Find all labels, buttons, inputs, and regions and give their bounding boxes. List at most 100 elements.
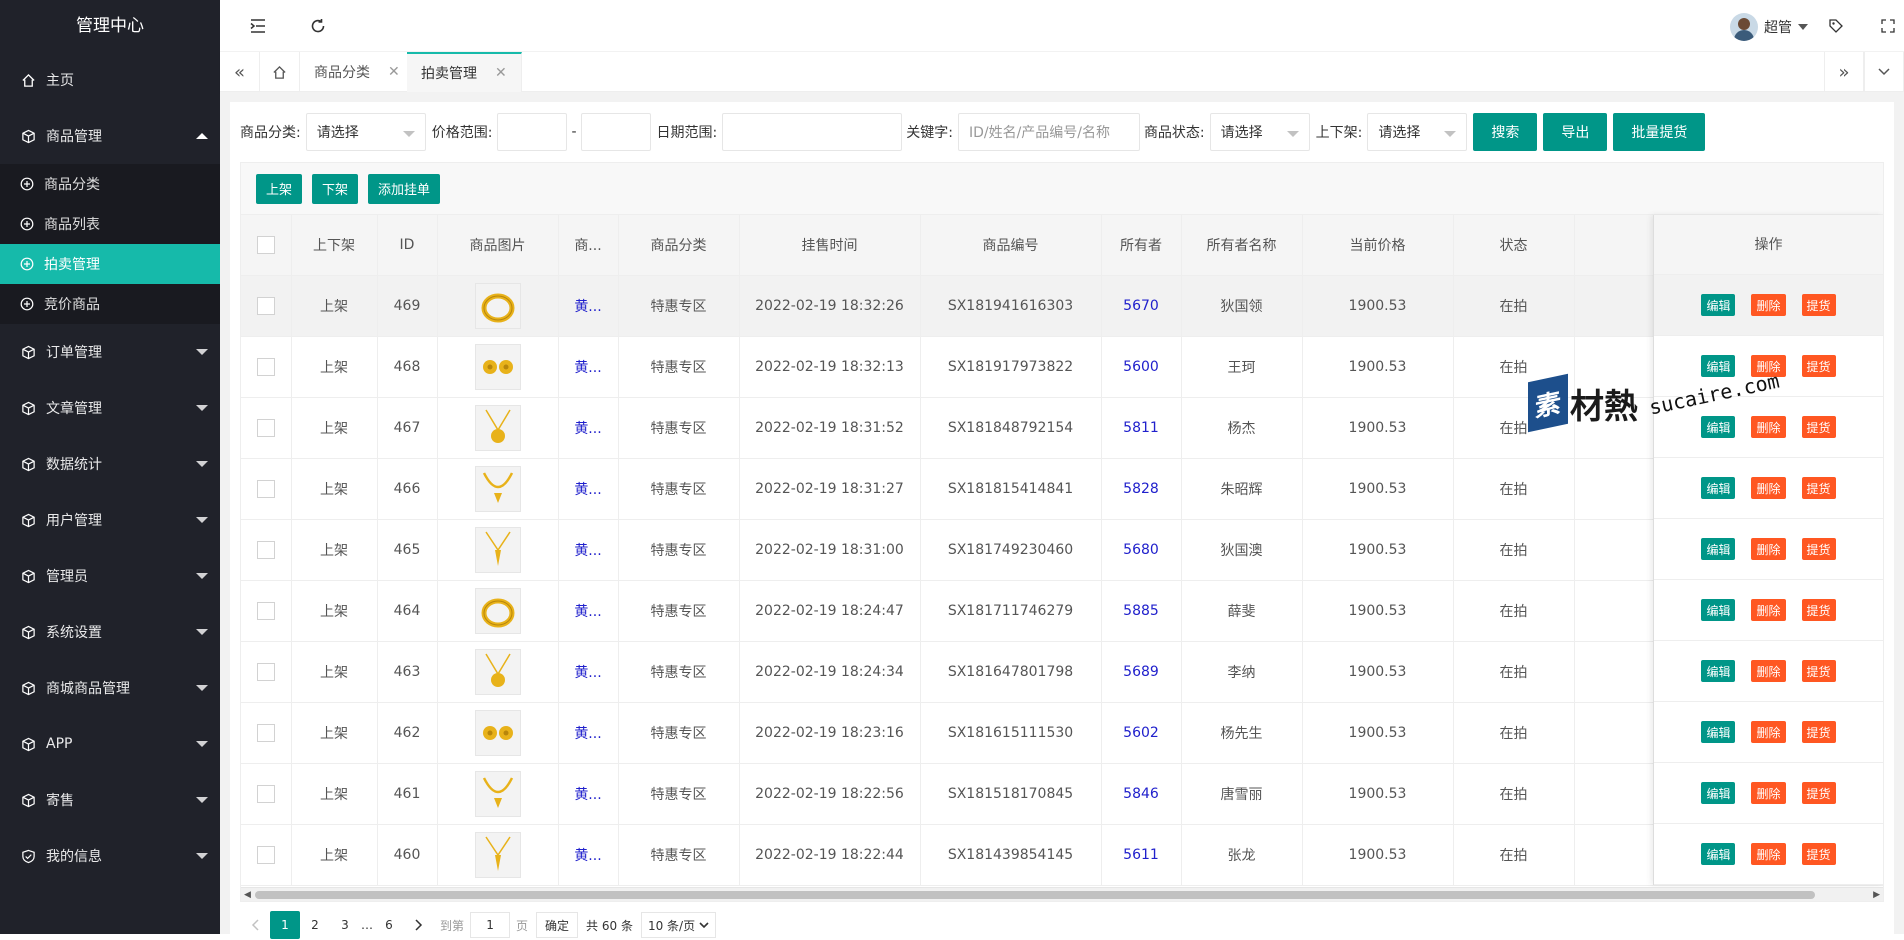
- row-checkbox-cell[interactable]: [241, 580, 292, 642]
- owner-link[interactable]: 5885: [1123, 603, 1159, 619]
- keyword-input[interactable]: ID/姓名/产品编号/名称: [957, 113, 1140, 151]
- row-checkbox-cell[interactable]: [241, 458, 292, 520]
- tabs-dropdown-icon[interactable]: [1864, 52, 1904, 92]
- nav-group-3[interactable]: 用户管理: [0, 492, 220, 548]
- sidebar-subitem-3[interactable]: 竞价商品: [0, 284, 220, 324]
- owner-link[interactable]: 5602: [1123, 725, 1159, 741]
- owner-link[interactable]: 5680: [1123, 542, 1159, 558]
- nav-group-4[interactable]: 管理员: [0, 548, 220, 604]
- batch-pickup-button[interactable]: 批量提货: [1613, 113, 1706, 151]
- delete-button[interactable]: 删除: [1751, 538, 1786, 560]
- row-checkbox[interactable]: [256, 357, 275, 376]
- goto-confirm-button[interactable]: 确定: [536, 912, 579, 938]
- row-checkbox[interactable]: [256, 723, 275, 742]
- column-header[interactable]: 商品编号: [920, 215, 1102, 276]
- product-name-link[interactable]: 黄...: [574, 604, 601, 620]
- row-checkbox[interactable]: [256, 845, 275, 864]
- row-checkbox-cell[interactable]: [241, 824, 292, 886]
- owner-link[interactable]: 5611: [1123, 847, 1159, 863]
- row-checkbox-cell[interactable]: [241, 641, 292, 703]
- product-thumbnail[interactable]: [474, 831, 521, 878]
- close-icon[interactable]: ✕: [495, 65, 507, 81]
- nav-group-0[interactable]: 订单管理: [0, 324, 220, 380]
- pickup-button[interactable]: 提货: [1801, 599, 1836, 621]
- nav-group-9[interactable]: 我的信息: [0, 828, 220, 884]
- edit-button[interactable]: 编辑: [1701, 599, 1736, 621]
- edit-button[interactable]: 编辑: [1701, 843, 1736, 865]
- row-checkbox-cell[interactable]: [241, 519, 292, 581]
- product-thumbnail[interactable]: [474, 282, 521, 329]
- scroll-right-arrow-icon[interactable]: ▶: [1873, 890, 1880, 900]
- table-row[interactable]: 上架 469 黄... 特惠专区 2022-02-19 18:32:26 SX181941…: [241, 275, 1883, 337]
- column-header[interactable]: 状态: [1453, 215, 1575, 276]
- product-name-link[interactable]: 黄...: [574, 360, 601, 376]
- edit-button[interactable]: 编辑: [1701, 294, 1736, 316]
- tabs-scroll-left-icon[interactable]: «: [220, 52, 260, 92]
- owner-link[interactable]: 5670: [1123, 298, 1159, 314]
- product-thumbnail[interactable]: [474, 587, 521, 634]
- sidebar-subitem-0[interactable]: 商品分类: [0, 164, 220, 204]
- edit-button[interactable]: 编辑: [1701, 416, 1736, 438]
- shelf-down-button[interactable]: 下架: [312, 173, 359, 204]
- pickup-button[interactable]: 提货: [1801, 660, 1836, 682]
- column-header[interactable]: ID: [377, 215, 438, 276]
- refresh-icon[interactable]: [306, 14, 330, 38]
- tabs-scroll-right-icon[interactable]: »: [1824, 52, 1864, 92]
- product-name-link[interactable]: 黄...: [574, 421, 601, 437]
- goto-page-input[interactable]: 1: [470, 912, 511, 938]
- nav-group-6[interactable]: 商城商品管理: [0, 660, 220, 716]
- column-header[interactable]: 上下架: [291, 215, 378, 276]
- horizontal-scrollbar[interactable]: ◀ ▶: [241, 887, 1883, 901]
- table-row[interactable]: 上架 466 黄... 特惠专区 2022-02-19 18:31:27 SX181815…: [241, 458, 1883, 520]
- pickup-button[interactable]: 提货: [1801, 721, 1836, 743]
- user-menu[interactable]: 超管: [1730, 13, 1808, 41]
- row-checkbox[interactable]: [256, 540, 275, 559]
- product-name-link[interactable]: 黄...: [574, 299, 601, 315]
- nav-group-5[interactable]: 系统设置: [0, 604, 220, 660]
- table-row[interactable]: 上架 463 黄... 特惠专区 2022-02-19 18:24:34 SX181647…: [241, 641, 1883, 703]
- table-row[interactable]: 上架 461 黄... 特惠专区 2022-02-19 18:22:56 SX181518…: [241, 763, 1883, 825]
- row-checkbox[interactable]: [256, 784, 275, 803]
- delete-button[interactable]: 删除: [1751, 416, 1786, 438]
- nav-group-7[interactable]: APP: [0, 716, 220, 772]
- shelf-up-button[interactable]: 上架: [256, 173, 303, 204]
- pickup-button[interactable]: 提货: [1801, 416, 1836, 438]
- delete-button[interactable]: 删除: [1751, 294, 1786, 316]
- column-header[interactable]: 挂售时间: [739, 215, 921, 276]
- edit-button[interactable]: 编辑: [1701, 477, 1736, 499]
- status-select[interactable]: 请选择: [1209, 113, 1310, 151]
- row-checkbox[interactable]: [256, 296, 275, 315]
- export-button[interactable]: 导出: [1543, 113, 1608, 151]
- column-header[interactable]: 所有者: [1101, 215, 1182, 276]
- add-listing-button[interactable]: 添加挂单: [368, 173, 441, 204]
- page-2[interactable]: 2: [300, 911, 330, 939]
- product-name-link[interactable]: 黄...: [574, 543, 601, 559]
- tab-auction-management[interactable]: 拍卖管理 ✕: [407, 52, 522, 92]
- edit-button[interactable]: 编辑: [1701, 355, 1736, 377]
- edit-button[interactable]: 编辑: [1701, 660, 1736, 682]
- row-checkbox[interactable]: [256, 479, 275, 498]
- delete-button[interactable]: 删除: [1751, 843, 1786, 865]
- row-checkbox-cell[interactable]: [241, 336, 292, 398]
- shelf-select[interactable]: 请选择: [1367, 113, 1468, 151]
- pickup-button[interactable]: 提货: [1801, 538, 1836, 560]
- delete-button[interactable]: 删除: [1751, 721, 1786, 743]
- price-min-input[interactable]: [497, 113, 568, 151]
- row-checkbox[interactable]: [256, 662, 275, 681]
- page-1[interactable]: 1: [270, 911, 300, 939]
- table-row[interactable]: 上架 465 黄... 特惠专区 2022-02-19 18:31:00 SX181749…: [241, 519, 1883, 581]
- product-name-link[interactable]: 黄...: [574, 665, 601, 681]
- product-name-link[interactable]: 黄...: [574, 482, 601, 498]
- pickup-button[interactable]: 提货: [1801, 294, 1836, 316]
- nav-home[interactable]: 主页: [0, 52, 220, 108]
- sidebar-subitem-2[interactable]: 拍卖管理: [0, 244, 220, 284]
- owner-link[interactable]: 5828: [1123, 481, 1159, 497]
- table-row[interactable]: 上架 462 黄... 特惠专区 2022-02-19 18:23:16 SX181615…: [241, 702, 1883, 764]
- search-button[interactable]: 搜索: [1473, 113, 1538, 151]
- product-name-link[interactable]: 黄...: [574, 787, 601, 803]
- edit-button[interactable]: 编辑: [1701, 538, 1736, 560]
- owner-link[interactable]: 5600: [1123, 359, 1159, 375]
- product-name-link[interactable]: 黄...: [574, 726, 601, 742]
- row-checkbox-cell[interactable]: [241, 397, 292, 459]
- select-all-header[interactable]: [241, 215, 292, 276]
